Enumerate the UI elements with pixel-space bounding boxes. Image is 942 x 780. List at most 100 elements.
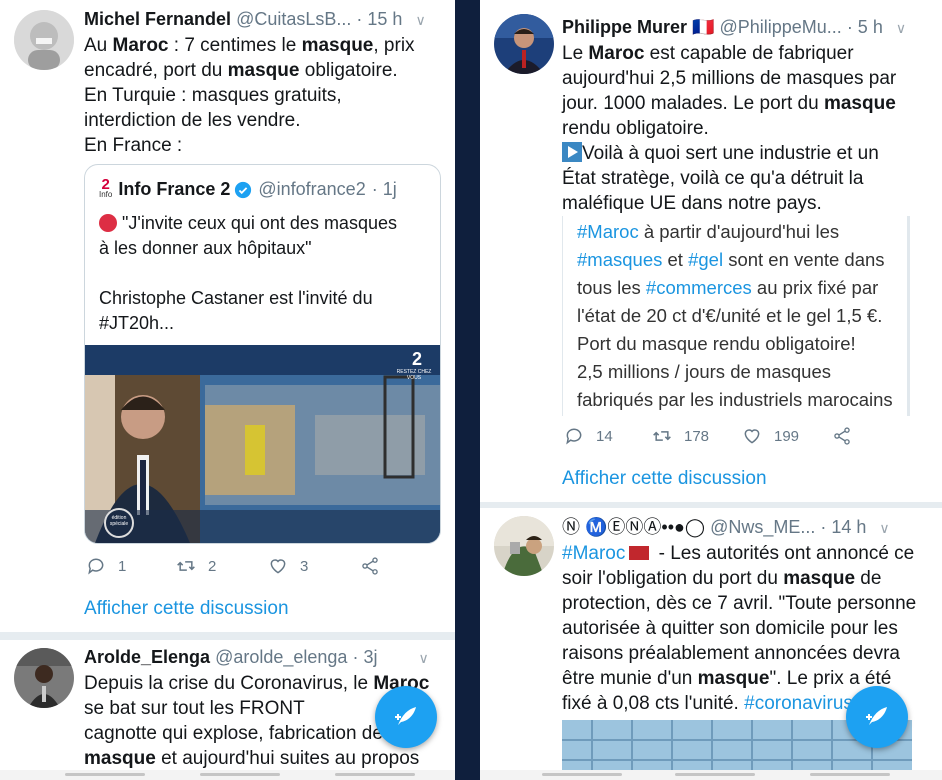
tweet-header: Arolde_Elenga @arolde_elenga · 3j ∨ [84, 646, 444, 669]
timestamp[interactable]: · 14 h [820, 517, 866, 537]
timestamp[interactable]: · 5 h [847, 17, 883, 37]
share-button[interactable] [832, 426, 864, 446]
compose-tweet-button[interactable] [846, 686, 908, 748]
hashtag-link[interactable]: #commerces [646, 277, 752, 298]
text: En Turquie : masques gratuits, [84, 85, 342, 106]
display-name[interactable]: Ⓝ Ⓜ️Ⓔ️Ⓝ️Ⓐ️••●◯ [562, 517, 705, 537]
text: Au [84, 35, 113, 56]
right-screenshot: Philippe Murer 🇫🇷 @PhilippeMu... · 5 h ∨… [480, 0, 942, 780]
chevron-down-icon[interactable]: ∨ [879, 517, 889, 539]
avatar-image [14, 10, 74, 70]
text: 2,5 millions / jours de masques [577, 361, 831, 382]
text: État stratège, voilà ce qu'a détruit la [562, 168, 864, 189]
compose-tweet-button[interactable] [375, 686, 437, 748]
morocco-flag-icon [629, 546, 650, 560]
hashtag-link[interactable]: #gel [688, 249, 723, 270]
tweet-header: Philippe Murer 🇫🇷 @PhilippeMu... · 5 h ∨ [562, 16, 932, 39]
hashtag-link[interactable]: #masques [577, 249, 662, 270]
reply-count: 1 [118, 557, 127, 575]
tweet-michel[interactable]: Michel Fernandel @CuitasLsB... · 15 h ∨ … [0, 0, 455, 630]
embedded-tweet-image[interactable]: #Maroc à partir d'aujourd'hui les #masqu… [562, 216, 910, 416]
avatar-image [494, 516, 554, 576]
quote-video-thumbnail[interactable]: 2 RESTEZ CHEZ VOUS édition spéciale [85, 345, 440, 543]
timestamp[interactable]: · 15 h [356, 9, 402, 29]
handle[interactable]: @PhilippeMu... [719, 17, 841, 37]
like-count: 3 [300, 557, 309, 575]
text: encadré, port du [84, 60, 228, 81]
hashtag-link[interactable]: #coronavirus [744, 693, 853, 714]
reply-button[interactable]: 14 [564, 426, 652, 446]
show-thread-link[interactable]: Afficher cette discussion [84, 598, 289, 620]
text: fixé à 0,08 cts l'unité. [562, 693, 745, 714]
display-name[interactable]: Michel Fernandel [84, 9, 231, 29]
text: rendu obligatoire. [562, 118, 709, 139]
display-name[interactable]: Arolde_Elenga [84, 647, 210, 667]
text-bold: Maroc [588, 43, 645, 64]
display-name[interactable]: Philippe Murer [562, 17, 687, 37]
quote-header: 2 Info Info France 2 @infofrance2 · 1j [99, 177, 397, 200]
quote-handle[interactable]: @infofrance2 [258, 179, 365, 200]
tweet-separator [0, 632, 455, 640]
text: autorisée à quitter son domicile pour le… [562, 618, 898, 639]
text: tous les [577, 277, 646, 298]
text-bold: masque [227, 60, 300, 81]
handle[interactable]: @Nws_ME... [710, 517, 815, 537]
quoted-tweet[interactable]: 2 Info Info France 2 @infofrance2 · 1j "… [84, 164, 441, 544]
hashtag-link[interactable]: #Maroc [577, 221, 639, 242]
like-count: 199 [774, 427, 800, 445]
text: l'état de 20 ct d'€/unité et le gel 1,5 … [577, 305, 883, 326]
text-bold: masque [84, 748, 156, 769]
chevron-down-icon[interactable]: ∨ [896, 17, 906, 39]
text-bold: masque [697, 668, 770, 689]
tweet-text: Au Maroc : 7 centimes le masque, prix en… [84, 33, 444, 158]
share-button[interactable] [360, 556, 392, 576]
avatar[interactable] [14, 648, 74, 708]
feather-icon [866, 707, 887, 725]
text: Le [562, 43, 589, 64]
reply-icon [88, 558, 104, 575]
text: "J'invite ceux qui ont des masques [117, 213, 397, 233]
text-bold: masque [783, 568, 856, 589]
avatar[interactable] [14, 10, 74, 70]
reply-button[interactable]: 1 [86, 556, 176, 576]
text: être munie d'un [562, 668, 698, 689]
avatar[interactable] [494, 14, 554, 74]
text: En France : [84, 135, 183, 156]
retweet-button[interactable]: 178 [652, 426, 742, 446]
handle[interactable]: @arolde_elenga [215, 647, 347, 667]
nav-indicator [542, 773, 622, 776]
quote-name[interactable]: Info France 2 [118, 179, 230, 200]
text: , prix [373, 35, 415, 56]
handle[interactable]: @CuitasLsB... [236, 9, 351, 29]
logo-sub: Info [99, 189, 113, 199]
timestamp[interactable]: · 3j [352, 647, 377, 667]
tweet-header: Ⓝ Ⓜ️Ⓔ️Ⓝ️Ⓐ️••●◯ @Nws_ME... · 14 h ∨ [562, 516, 937, 539]
quote-time[interactable]: · 1j [372, 179, 397, 200]
reply-icon [566, 428, 582, 445]
avatar-image [14, 648, 74, 708]
text: Port du masque rendu obligatoire! [577, 333, 856, 354]
retweet-icon [177, 561, 195, 571]
chevron-down-icon[interactable]: ∨ [418, 647, 428, 669]
text: raisons préalablement annoncées devra [562, 643, 900, 664]
like-button[interactable]: 199 [742, 426, 832, 446]
text: au prix fixé par [751, 277, 879, 298]
text: sont en vente dans [723, 249, 885, 270]
text: obligatoire. [299, 60, 398, 81]
text: de [855, 568, 882, 589]
text-bold: masque [823, 93, 896, 114]
retweet-button[interactable]: 2 [176, 556, 268, 576]
hashtag-link[interactable]: #Maroc [562, 543, 625, 564]
text-bold: masque [301, 35, 374, 56]
avatar[interactable] [494, 516, 554, 576]
red-circle-icon [99, 214, 117, 232]
text: Depuis la crise du Coronavirus, le [84, 673, 374, 694]
nav-indicator [810, 773, 890, 776]
like-button[interactable]: 3 [268, 556, 360, 576]
show-thread-link[interactable]: Afficher cette discussion [562, 468, 767, 490]
tweet-philippe[interactable]: Philippe Murer 🇫🇷 @PhilippeMu... · 5 h ∨… [480, 0, 942, 500]
text: - Les autorités ont annoncé ce [653, 543, 915, 564]
feather-icon [395, 707, 416, 725]
chevron-down-icon[interactable]: ∨ [415, 9, 425, 31]
share-icon [362, 557, 378, 575]
